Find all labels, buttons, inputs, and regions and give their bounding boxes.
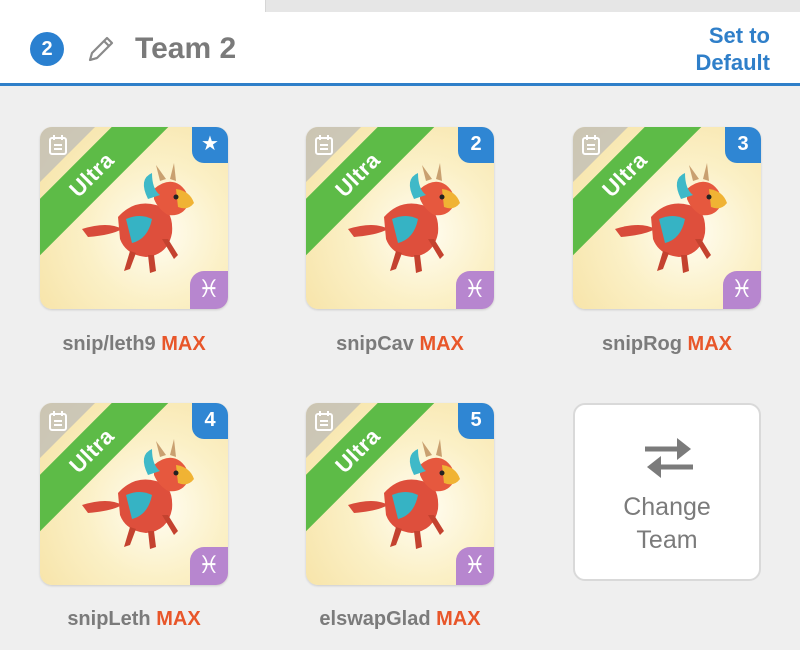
set-to-default-button[interactable]: Set to Default	[650, 22, 770, 76]
monster-card[interactable]: Ultra 4 ♓	[40, 403, 228, 585]
pisces-icon: ♓	[723, 271, 761, 309]
set-default-line2: Default	[695, 50, 770, 75]
rank-badge: 4	[192, 403, 228, 439]
monster-label: snipRog MAX	[547, 332, 787, 356]
active-tab[interactable]	[0, 0, 265, 12]
pisces-icon: ♓	[456, 271, 494, 309]
star-icon: ★	[192, 127, 228, 163]
monster-name: snipCav	[336, 333, 414, 355]
monster-name: snipLeth	[67, 608, 151, 630]
monster-card[interactable]: Ultra 3 ♓	[573, 127, 761, 309]
calendar-icon	[49, 135, 67, 155]
pisces-icon: ♓	[456, 547, 494, 585]
calendar-icon	[315, 411, 333, 431]
top-tab-strip	[0, 0, 800, 12]
set-default-line1: Set to	[708, 23, 770, 48]
change-team-button[interactable]: Change Team	[573, 403, 761, 581]
team-number-badge: 2	[30, 32, 64, 66]
monster-name: snip/leth9	[62, 333, 156, 355]
team-name[interactable]: Team 2	[135, 31, 236, 67]
calendar-icon	[582, 135, 600, 155]
rank-badge: 3	[725, 127, 761, 163]
swap-arrows-icon	[645, 438, 693, 478]
monster-level: MAX	[687, 333, 732, 355]
monster-label: snip/leth9 MAX	[14, 332, 254, 356]
monster-card[interactable]: Ultra ★ ♓	[40, 127, 228, 309]
change-team-label: Change Team	[575, 491, 759, 557]
pencil-icon[interactable]	[84, 32, 118, 66]
monster-name: snipRog	[601, 333, 682, 355]
rank-badge: 2	[458, 127, 494, 163]
monster-label: elswapGlad MAX	[280, 607, 520, 631]
monster-label: snipLeth MAX	[14, 607, 254, 631]
tab-divider	[265, 0, 266, 12]
calendar-icon	[49, 411, 67, 431]
monster-name: elswapGlad	[319, 608, 431, 630]
rank-badge: 5	[458, 403, 494, 439]
pisces-icon: ♓	[190, 271, 228, 309]
calendar-icon	[315, 135, 333, 155]
monster-label: snipCav MAX	[280, 332, 520, 356]
monster-level: MAX	[156, 608, 201, 630]
change-label-line1: Change	[623, 493, 711, 521]
team-header: 2 Team 2 Set to Default	[0, 12, 800, 86]
change-label-line2: Team	[636, 526, 698, 554]
monster-level: MAX	[436, 608, 481, 630]
pisces-icon: ♓	[190, 547, 228, 585]
monster-level: MAX	[161, 333, 206, 355]
monster-card[interactable]: Ultra 2 ♓	[306, 127, 494, 309]
monster-card[interactable]: Ultra 5 ♓	[306, 403, 494, 585]
monster-level: MAX	[419, 333, 464, 355]
